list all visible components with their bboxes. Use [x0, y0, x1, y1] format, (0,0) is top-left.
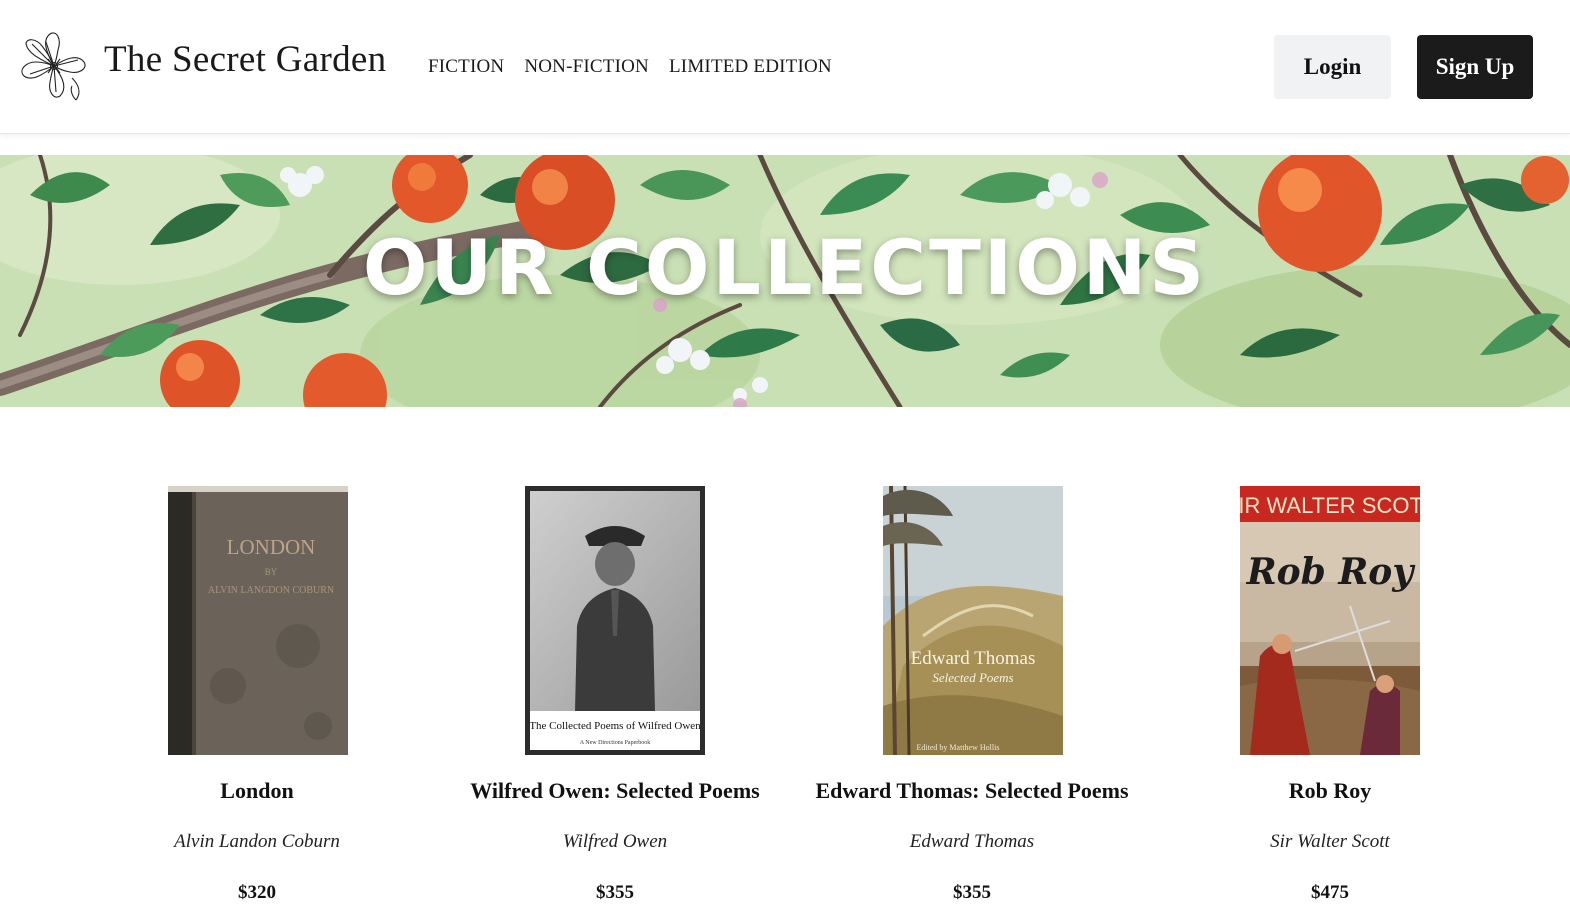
- signup-button[interactable]: Sign Up: [1417, 35, 1533, 99]
- product-title[interactable]: Rob Roy: [1150, 778, 1510, 804]
- product-card[interactable]: LONDON BY ALVIN LANGDON COBURN London Al…: [77, 486, 437, 917]
- product-card[interactable]: The Collected Poems of Wilfred Owen A Ne…: [435, 486, 795, 917]
- product-author: Edward Thomas: [909, 831, 1035, 852]
- product-author: Sir Walter Scott: [1270, 831, 1390, 852]
- svg-text:ALVIN LANGDON COBURN: ALVIN LANGDON COBURN: [208, 585, 334, 596]
- hero-banner: OUR COLLECTIONS: [0, 155, 1570, 407]
- book-cover-rob-roy[interactable]: SIR WALTER SCOTT Rob Roy: [1240, 486, 1420, 755]
- product-price: $355: [596, 882, 634, 903]
- svg-text:LONDON: LONDON: [227, 535, 316, 559]
- svg-text:Rob Roy: Rob Roy: [1246, 551, 1416, 593]
- product-title[interactable]: London: [77, 778, 437, 804]
- book-cover-edward-thomas[interactable]: Edward Thomas Selected Poems Edited by M…: [883, 486, 1063, 755]
- product-author: Alvin Landon Coburn: [174, 831, 340, 852]
- product-card[interactable]: SIR WALTER SCOTT Rob Roy Rob Roy Sir Wal…: [1150, 486, 1510, 917]
- nav-fiction[interactable]: FICTION: [428, 56, 504, 78]
- product-author: Wilfred Owen: [562, 831, 668, 852]
- nav-limited-edition[interactable]: LIMITED EDITION: [669, 56, 832, 78]
- main-nav: FICTION NON-FICTION LIMITED EDITION: [428, 56, 832, 78]
- product-grid: LONDON BY ALVIN LANGDON COBURN London Al…: [0, 486, 1570, 917]
- hero-title: OUR COLLECTIONS: [362, 223, 1208, 312]
- product-card[interactable]: Edward Thomas Selected Poems Edited by M…: [792, 486, 1152, 917]
- nav-non-fiction[interactable]: NON-FICTION: [524, 56, 649, 78]
- product-title[interactable]: Wilfred Owen: Selected Poems: [435, 778, 795, 804]
- svg-text:Edward Thomas: Edward Thomas: [911, 648, 1036, 669]
- book-cover-london[interactable]: LONDON BY ALVIN LANGDON COBURN: [168, 486, 348, 755]
- product-price: $475: [1311, 882, 1349, 903]
- svg-text:SIR WALTER SCOTT: SIR WALTER SCOTT: [1240, 493, 1420, 518]
- flower-icon[interactable]: [16, 30, 92, 102]
- svg-text:A New Directions Paperbook: A New Directions Paperbook: [580, 740, 651, 746]
- brand-name[interactable]: The Secret Garden: [104, 38, 386, 81]
- product-price: $320: [238, 882, 276, 903]
- book-cover-wilfred-owen[interactable]: The Collected Poems of Wilfred Owen A Ne…: [525, 486, 705, 755]
- login-button[interactable]: Login: [1274, 35, 1391, 99]
- svg-text:The Collected Poems of Wilfred: The Collected Poems of Wilfred Owen: [529, 720, 701, 732]
- product-price: $355: [953, 882, 991, 903]
- site-header: The Secret Garden FICTION NON-FICTION LI…: [0, 0, 1570, 134]
- svg-text:Selected Poems: Selected Poems: [932, 670, 1013, 685]
- product-title[interactable]: Edward Thomas: Selected Poems: [792, 778, 1152, 804]
- svg-text:Edited by Matthew Hollis: Edited by Matthew Hollis: [917, 743, 1000, 752]
- svg-text:BY: BY: [265, 567, 278, 577]
